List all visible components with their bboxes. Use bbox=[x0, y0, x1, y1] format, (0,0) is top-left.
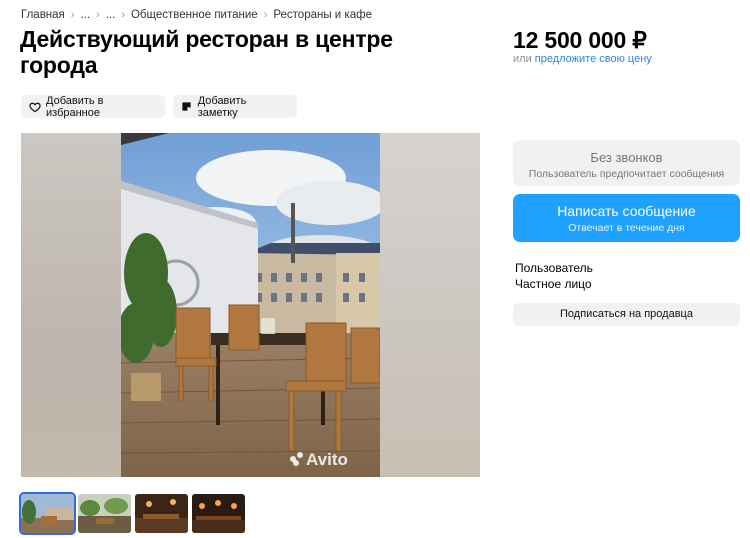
thumbnail-4[interactable] bbox=[192, 494, 245, 533]
gallery-blur-left bbox=[21, 133, 121, 477]
note-icon bbox=[181, 101, 193, 113]
breadcrumb-separator: › bbox=[70, 9, 75, 21]
breadcrumb: Главная › ... › ... › Общественное питан… bbox=[21, 9, 372, 21]
price-or-text: или bbox=[513, 53, 535, 65]
thumbnail-2[interactable] bbox=[78, 494, 131, 533]
add-to-favorites-label: Добавить в избранное bbox=[46, 94, 104, 119]
subscribe-seller-button[interactable]: Подписаться на продавца bbox=[513, 303, 740, 326]
breadcrumb-separator: › bbox=[96, 9, 100, 21]
no-calls-subtitle: Пользователь предпочитает сообщения bbox=[528, 168, 725, 180]
add-to-favorites-button[interactable]: Добавить в избранное bbox=[21, 94, 165, 119]
listing-title: Действующий ресторан в центре города bbox=[20, 26, 393, 78]
breadcrumb-collapsed-2[interactable]: ... bbox=[106, 9, 116, 21]
photo-gallery[interactable]: Avito bbox=[21, 133, 480, 477]
response-time-label: Отвечает в течение дня bbox=[568, 222, 685, 234]
thumbnail-strip bbox=[19, 492, 245, 535]
breadcrumb-separator: › bbox=[263, 9, 268, 21]
thumbnail-1[interactable] bbox=[19, 492, 76, 535]
breadcrumb-collapsed-1[interactable]: ... bbox=[80, 9, 90, 21]
avito-watermark: Avito bbox=[306, 450, 348, 469]
heart-icon bbox=[29, 101, 41, 113]
listing-price: 12 500 000 ₽ bbox=[513, 27, 647, 53]
main-photo[interactable]: Avito bbox=[121, 133, 380, 477]
breadcrumb-home[interactable]: Главная bbox=[21, 9, 65, 21]
breadcrumb-restaurants[interactable]: Рестораны и кафе bbox=[273, 9, 372, 21]
offer-price-link[interactable]: предложите свою цену bbox=[535, 53, 652, 65]
no-calls-title: Без звонков bbox=[590, 150, 663, 165]
write-message-button[interactable]: Написать сообщение Отвечает в течение дн… bbox=[513, 194, 740, 242]
seller-name[interactable]: Пользователь bbox=[515, 261, 593, 275]
gallery-blur-right bbox=[380, 133, 480, 477]
breadcrumb-separator: › bbox=[121, 9, 125, 21]
thumbnail-3[interactable] bbox=[135, 494, 188, 533]
no-calls-notice: Без звонков Пользователь предпочитает со… bbox=[513, 140, 740, 186]
add-note-button[interactable]: Добавить заметку bbox=[173, 94, 297, 119]
write-message-label: Написать сообщение bbox=[557, 203, 696, 219]
breadcrumb-catering[interactable]: Общественное питание bbox=[131, 9, 258, 21]
seller-type: Частное лицо bbox=[515, 277, 592, 291]
add-note-label: Добавить заметку bbox=[197, 94, 247, 119]
price-offer-line: или предложите свою цену bbox=[513, 53, 652, 65]
